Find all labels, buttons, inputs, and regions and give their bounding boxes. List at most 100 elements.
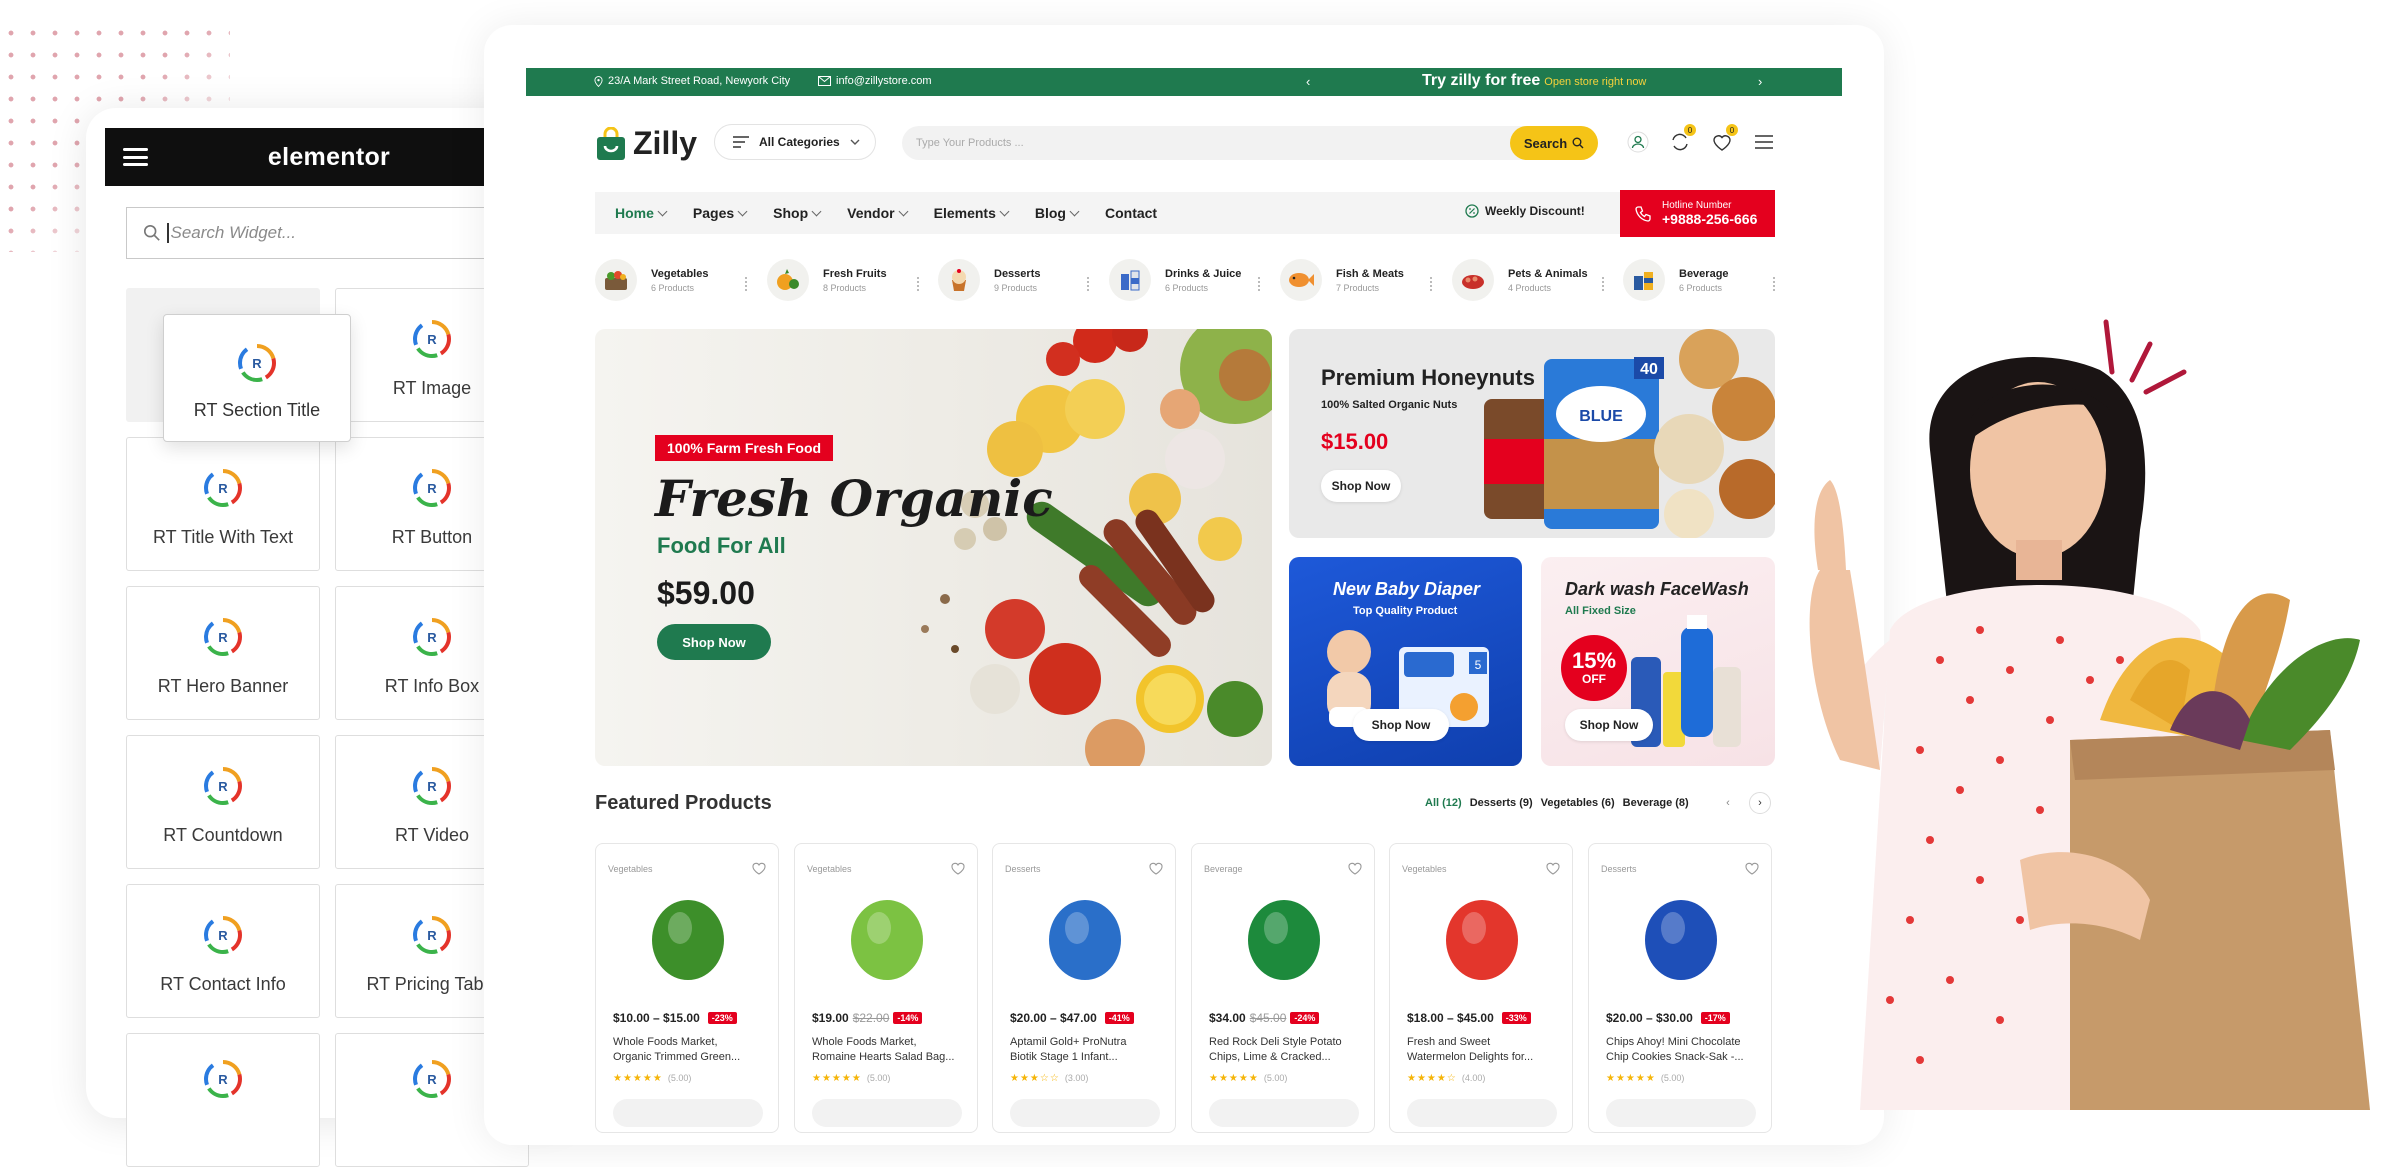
- add-to-cart-button[interactable]: [613, 1099, 763, 1127]
- wishlist-heart-icon[interactable]: [1149, 862, 1163, 875]
- hotline-box[interactable]: Hotline Number +9888-256-666: [1620, 190, 1775, 237]
- category-beverage[interactable]: Beverage 6 Products: [1623, 259, 1729, 301]
- wishlist-heart-icon[interactable]: [752, 862, 766, 875]
- category-vegetables[interactable]: Vegetables 6 Products: [595, 259, 708, 301]
- product-name[interactable]: Whole Foods Market, Organic Trimmed Green…: [613, 1035, 773, 1065]
- chevron-down-icon: [811, 206, 822, 216]
- product-card[interactable]: Desserts $20.00 – $30.00 -17% Chips Ahoy! M…: [1588, 843, 1772, 1133]
- product-card[interactable]: Beverage $34.00 $45.00 -24% Red Rock Deli St…: [1191, 843, 1375, 1133]
- add-to-cart-button[interactable]: [1407, 1099, 1557, 1127]
- widget-rt-title-with-text[interactable]: RT Title With Text: [126, 437, 320, 571]
- hero-shop-now-button[interactable]: Shop Now: [657, 624, 771, 660]
- promo-next-icon[interactable]: ›: [1758, 74, 1762, 89]
- add-to-cart-button[interactable]: [1606, 1099, 1756, 1127]
- discount-icon: [1465, 204, 1479, 218]
- nav-blog[interactable]: Blog: [1035, 205, 1080, 221]
- menu-icon[interactable]: [1753, 131, 1775, 153]
- product-name[interactable]: Fresh and Sweet Watermelon Delights for..…: [1407, 1035, 1567, 1065]
- nav-elements[interactable]: Elements: [934, 205, 1010, 221]
- rt-plugin-icon: [204, 618, 242, 656]
- product-name[interactable]: Red Rock Deli Style Potato Chips, Lime & …: [1209, 1035, 1369, 1065]
- menu-lines-icon: [733, 136, 749, 148]
- widget-label: RT Hero Banner: [157, 676, 289, 696]
- main-nav: Home Pages Shop Vendor Elements Blog Con…: [595, 192, 1775, 234]
- search-icon: [1572, 137, 1584, 149]
- category-pets-animals[interactable]: Pets & Animals 4 Products: [1452, 259, 1588, 301]
- category-fish-meats[interactable]: Fish & Meats 7 Products: [1280, 259, 1404, 301]
- discount-badge: -17%: [1700, 1012, 1730, 1024]
- nav-home[interactable]: Home: [615, 205, 668, 221]
- add-to-cart-button[interactable]: [1010, 1099, 1160, 1127]
- wishlist-heart-icon[interactable]: [1546, 862, 1560, 875]
- product-price: $19.00 $22.00 -14%: [812, 1011, 923, 1025]
- tab-desserts[interactable]: Desserts (9): [1470, 797, 1533, 809]
- facewash-shop-now-button[interactable]: Shop Now: [1565, 709, 1653, 741]
- rt-plugin-icon: [204, 767, 242, 805]
- rating-stars: ★★★★★ (5.00): [812, 1073, 891, 1084]
- widget-rt-hero-banner[interactable]: RT Hero Banner: [126, 586, 320, 720]
- widget-rt-contact-info[interactable]: RT Contact Info: [126, 884, 320, 1018]
- category-fresh-fruits[interactable]: Fresh Fruits 8 Products: [767, 259, 887, 301]
- wishlist-icon[interactable]: 0: [1711, 124, 1738, 153]
- wishlist-heart-icon[interactable]: [1745, 862, 1759, 875]
- category-desserts[interactable]: Desserts 9 Products: [938, 259, 1040, 301]
- nav-contact[interactable]: Contact: [1105, 205, 1157, 221]
- product-card[interactable]: Vegetables $19.00 $22.00 -14% Whole Foods Ma…: [794, 843, 978, 1133]
- svg-text:BLUE: BLUE: [1579, 408, 1623, 425]
- honeynuts-subtitle: 100% Salted Organic Nuts: [1321, 399, 1458, 411]
- email-info[interactable]: info@zillystore.com: [818, 75, 932, 87]
- next-page-icon[interactable]: ›: [1749, 792, 1771, 814]
- weekly-discount-link[interactable]: Weekly Discount!: [1465, 204, 1585, 218]
- wishlist-heart-icon[interactable]: [951, 862, 965, 875]
- widget-search-input[interactable]: Search Widget...: [126, 207, 530, 259]
- address-info: 23/A Mark Street Road, Newyork City: [594, 75, 790, 87]
- add-to-cart-button[interactable]: [1209, 1099, 1359, 1127]
- promo-link[interactable]: Open store right now: [1544, 76, 1646, 88]
- promo-prev-icon[interactable]: ‹: [1306, 74, 1310, 89]
- widget-tile-partial[interactable]: [126, 1033, 320, 1167]
- widget-rt-countdown[interactable]: RT Countdown: [126, 735, 320, 869]
- promo-text: Try zilly for free Open store right now: [1422, 72, 1647, 89]
- nav-pages[interactable]: Pages: [693, 205, 748, 221]
- honeynuts-shop-now-button[interactable]: Shop Now: [1321, 470, 1401, 502]
- product-price: $18.00 – $45.00 -33%: [1407, 1011, 1531, 1025]
- all-categories-dropdown[interactable]: All Categories: [714, 124, 876, 160]
- product-card[interactable]: Vegetables $18.00 – $45.00 -33% Fresh and S…: [1389, 843, 1573, 1133]
- wishlist-count-badge: 0: [1726, 124, 1738, 136]
- rt-plugin-icon: [413, 916, 451, 954]
- product-search-input[interactable]: Type Your Products ... Search: [902, 126, 1598, 160]
- chevron-down-icon: [999, 206, 1010, 216]
- zilly-logo[interactable]: Zilly: [595, 125, 697, 162]
- product-card[interactable]: Vegetables $10.00 – $15.00 -23% Whole Foods…: [595, 843, 779, 1133]
- nav-vendor[interactable]: Vendor: [847, 205, 909, 221]
- fruit-icon: [767, 259, 809, 301]
- user-account-icon[interactable]: [1627, 131, 1649, 153]
- product-name[interactable]: Chips Ahoy! Mini Chocolate Chip Cookies S…: [1606, 1035, 1766, 1065]
- tab-beverage[interactable]: Beverage (8): [1623, 797, 1689, 809]
- rt-plugin-icon: [204, 469, 242, 507]
- tab-all[interactable]: All (12): [1425, 797, 1462, 809]
- search-button[interactable]: Search: [1510, 126, 1598, 160]
- nav-shop[interactable]: Shop: [773, 205, 822, 221]
- chevron-down-icon: [898, 206, 909, 216]
- widget-rt-section-title-dragging[interactable]: RT Section Title: [163, 314, 351, 442]
- featured-filter-tabs: All (12) Desserts (9) Vegetables (6) Bev…: [1425, 797, 1689, 809]
- product-category: Vegetables: [1402, 864, 1447, 874]
- mail-icon: [818, 76, 831, 86]
- product-name[interactable]: Whole Foods Market, Romaine Hearts Salad …: [812, 1035, 972, 1065]
- rt-plugin-icon: [204, 916, 242, 954]
- hamburger-menu-icon[interactable]: [123, 148, 148, 166]
- compare-icon[interactable]: 0: [1669, 124, 1696, 153]
- discount-badge: -23%: [707, 1012, 737, 1024]
- product-name[interactable]: Aptamil Gold+ ProNutra Biotik Stage 1 Inf…: [1010, 1035, 1170, 1065]
- prev-page-icon[interactable]: ‹: [1717, 792, 1739, 814]
- rt-plugin-icon: [413, 1060, 451, 1098]
- diaper-shop-now-button[interactable]: Shop Now: [1353, 709, 1449, 741]
- shopping-bag-logo-icon: [597, 126, 625, 160]
- category-drinks-juice[interactable]: Drinks & Juice 6 Products: [1109, 259, 1241, 301]
- wishlist-heart-icon[interactable]: [1348, 862, 1362, 875]
- add-to-cart-button[interactable]: [812, 1099, 962, 1127]
- tab-vegetables[interactable]: Vegetables (6): [1541, 797, 1615, 809]
- category-strip: Vegetables 6 Products Fresh Fruits 8 Produ…: [595, 259, 1775, 309]
- product-card[interactable]: Desserts $20.00 – $47.00 -41% Aptamil Gold+…: [992, 843, 1176, 1133]
